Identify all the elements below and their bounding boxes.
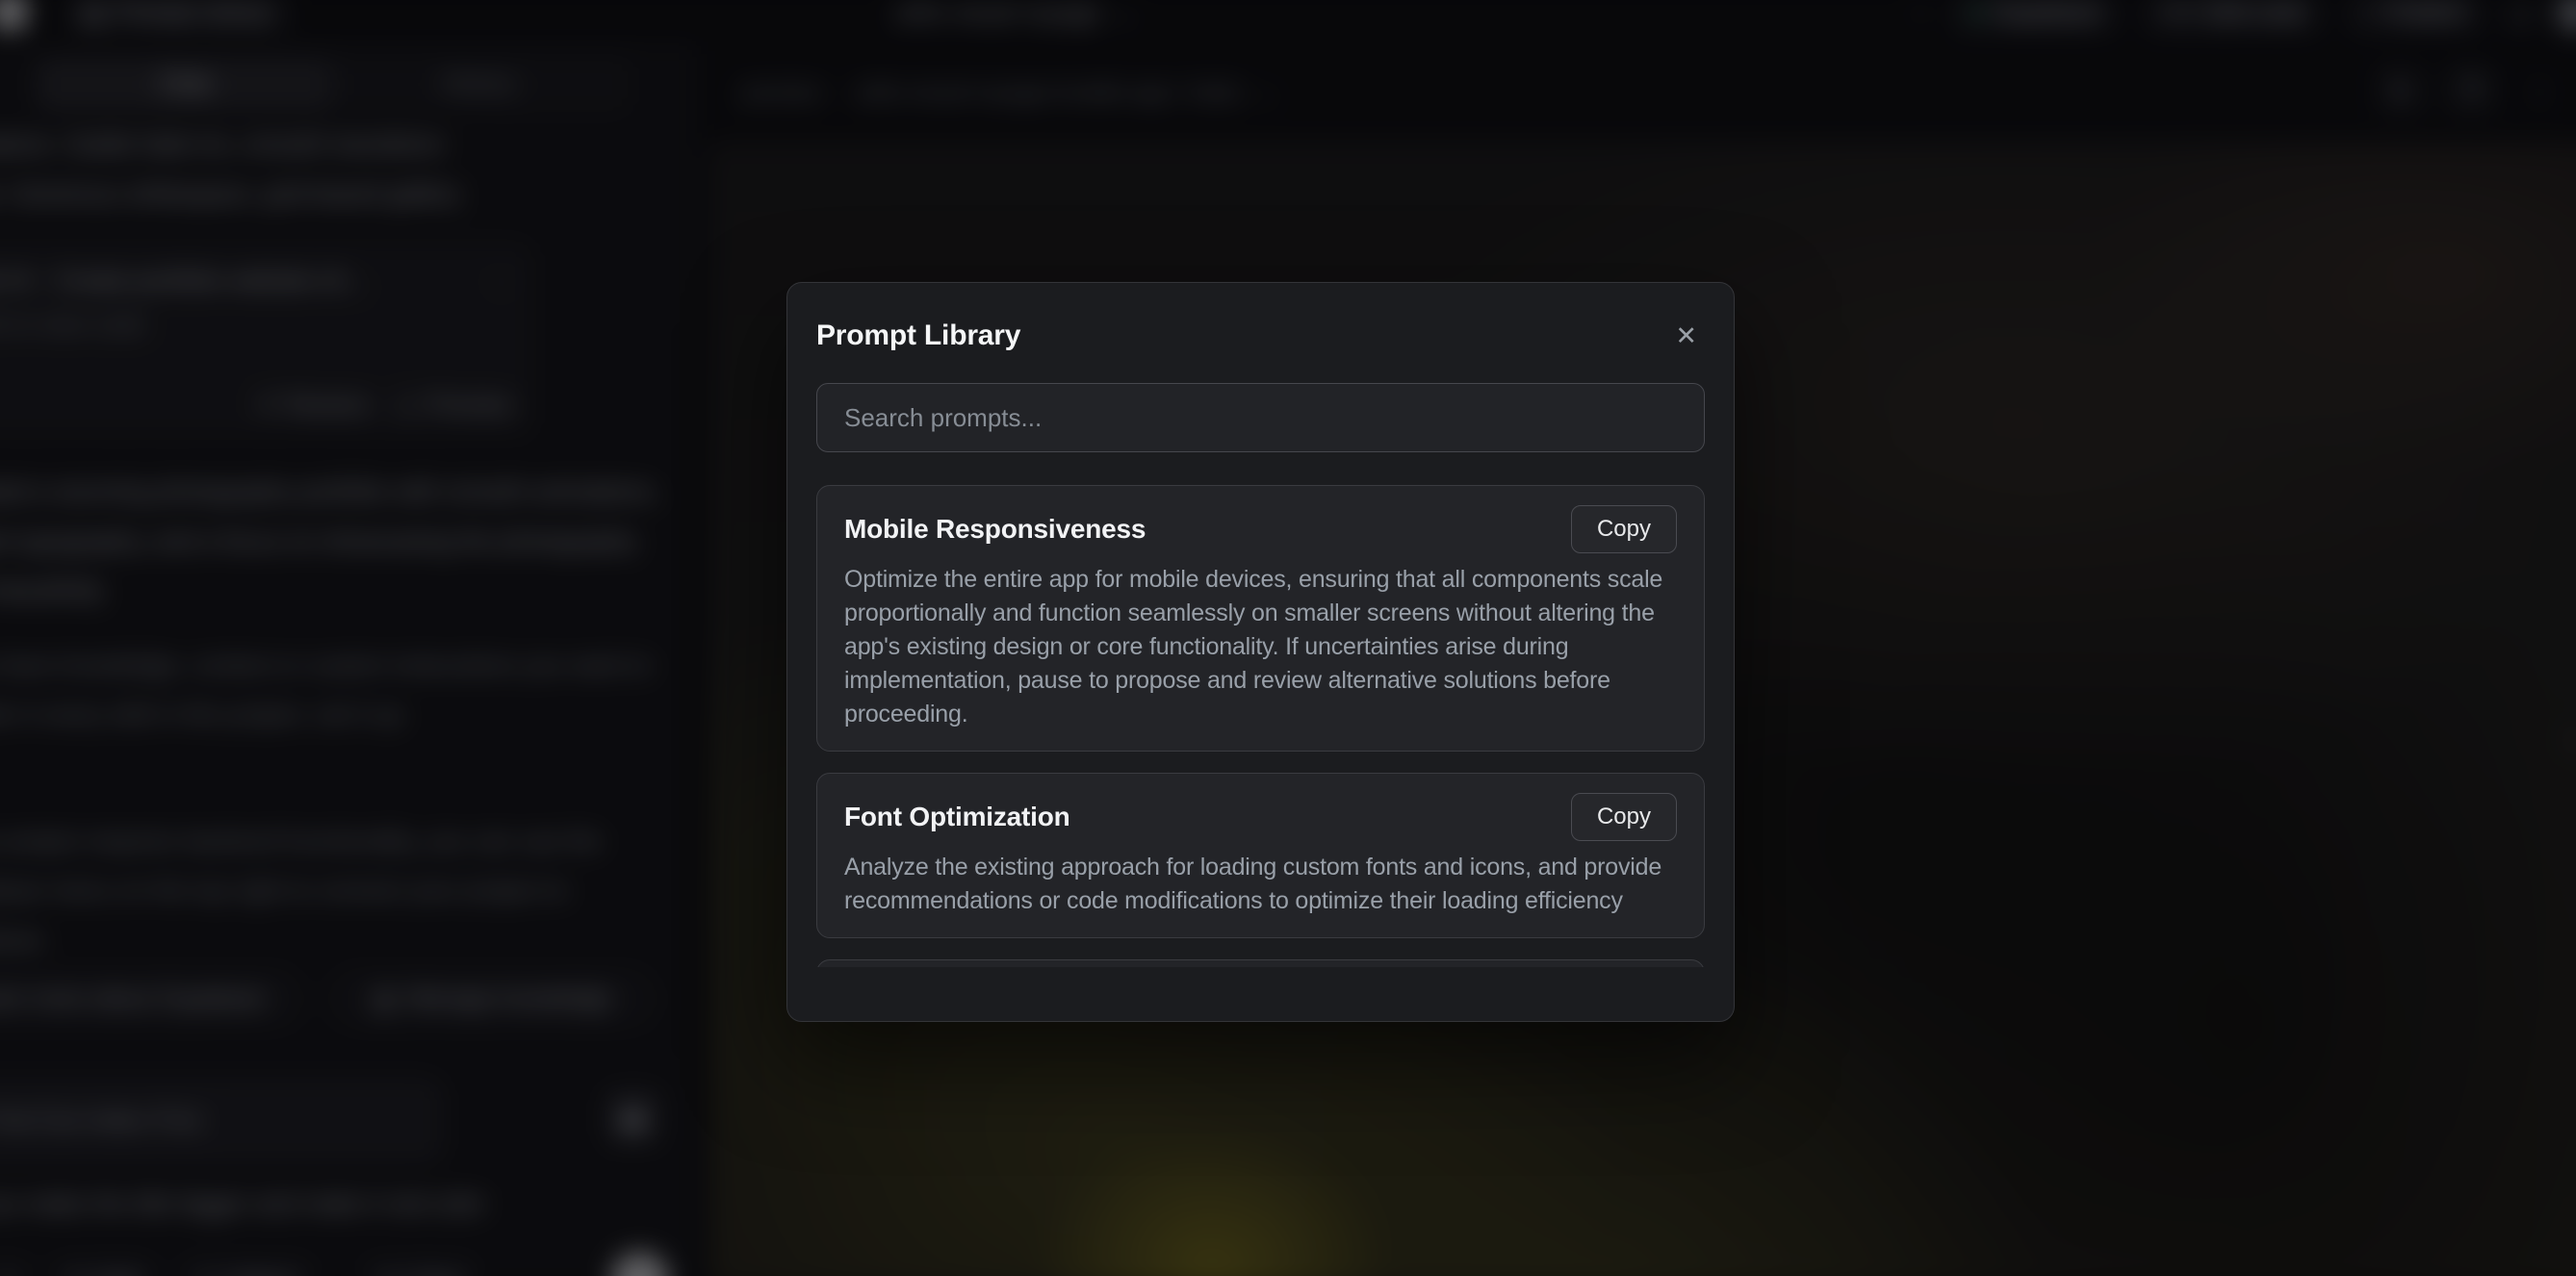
prompt-card[interactable]: Font Optimization Copy Analyze the exist… bbox=[816, 773, 1705, 938]
prompt-body: Analyze the existing approach for loadin… bbox=[844, 851, 1677, 918]
prompt-card[interactable]: Mobile Responsiveness Copy Optimize the … bbox=[816, 485, 1705, 752]
prompt-title: Font Optimization bbox=[844, 802, 1070, 832]
copy-button[interactable]: Copy bbox=[1571, 505, 1677, 553]
close-button[interactable]: ✕ bbox=[1667, 319, 1705, 352]
close-icon: ✕ bbox=[1675, 321, 1697, 350]
prompt-list: Mobile Responsiveness Copy Optimize the … bbox=[816, 485, 1705, 967]
dialog-title: Prompt Library bbox=[816, 319, 1020, 352]
prompt-body: Optimize the entire app for mobile devic… bbox=[844, 563, 1677, 731]
search-input[interactable] bbox=[816, 383, 1705, 452]
prompt-title: Mobile Responsiveness bbox=[844, 514, 1146, 545]
prompt-library-dialog: Prompt Library ✕ Mobile Responsiveness C… bbox=[786, 282, 1735, 1022]
copy-button[interactable]: Copy bbox=[1571, 793, 1677, 841]
app-window: ▤ Prompt Library artfu visual voyage ⌄ ◔… bbox=[0, 0, 2576, 1276]
prompt-card-partial[interactable] bbox=[816, 959, 1705, 967]
